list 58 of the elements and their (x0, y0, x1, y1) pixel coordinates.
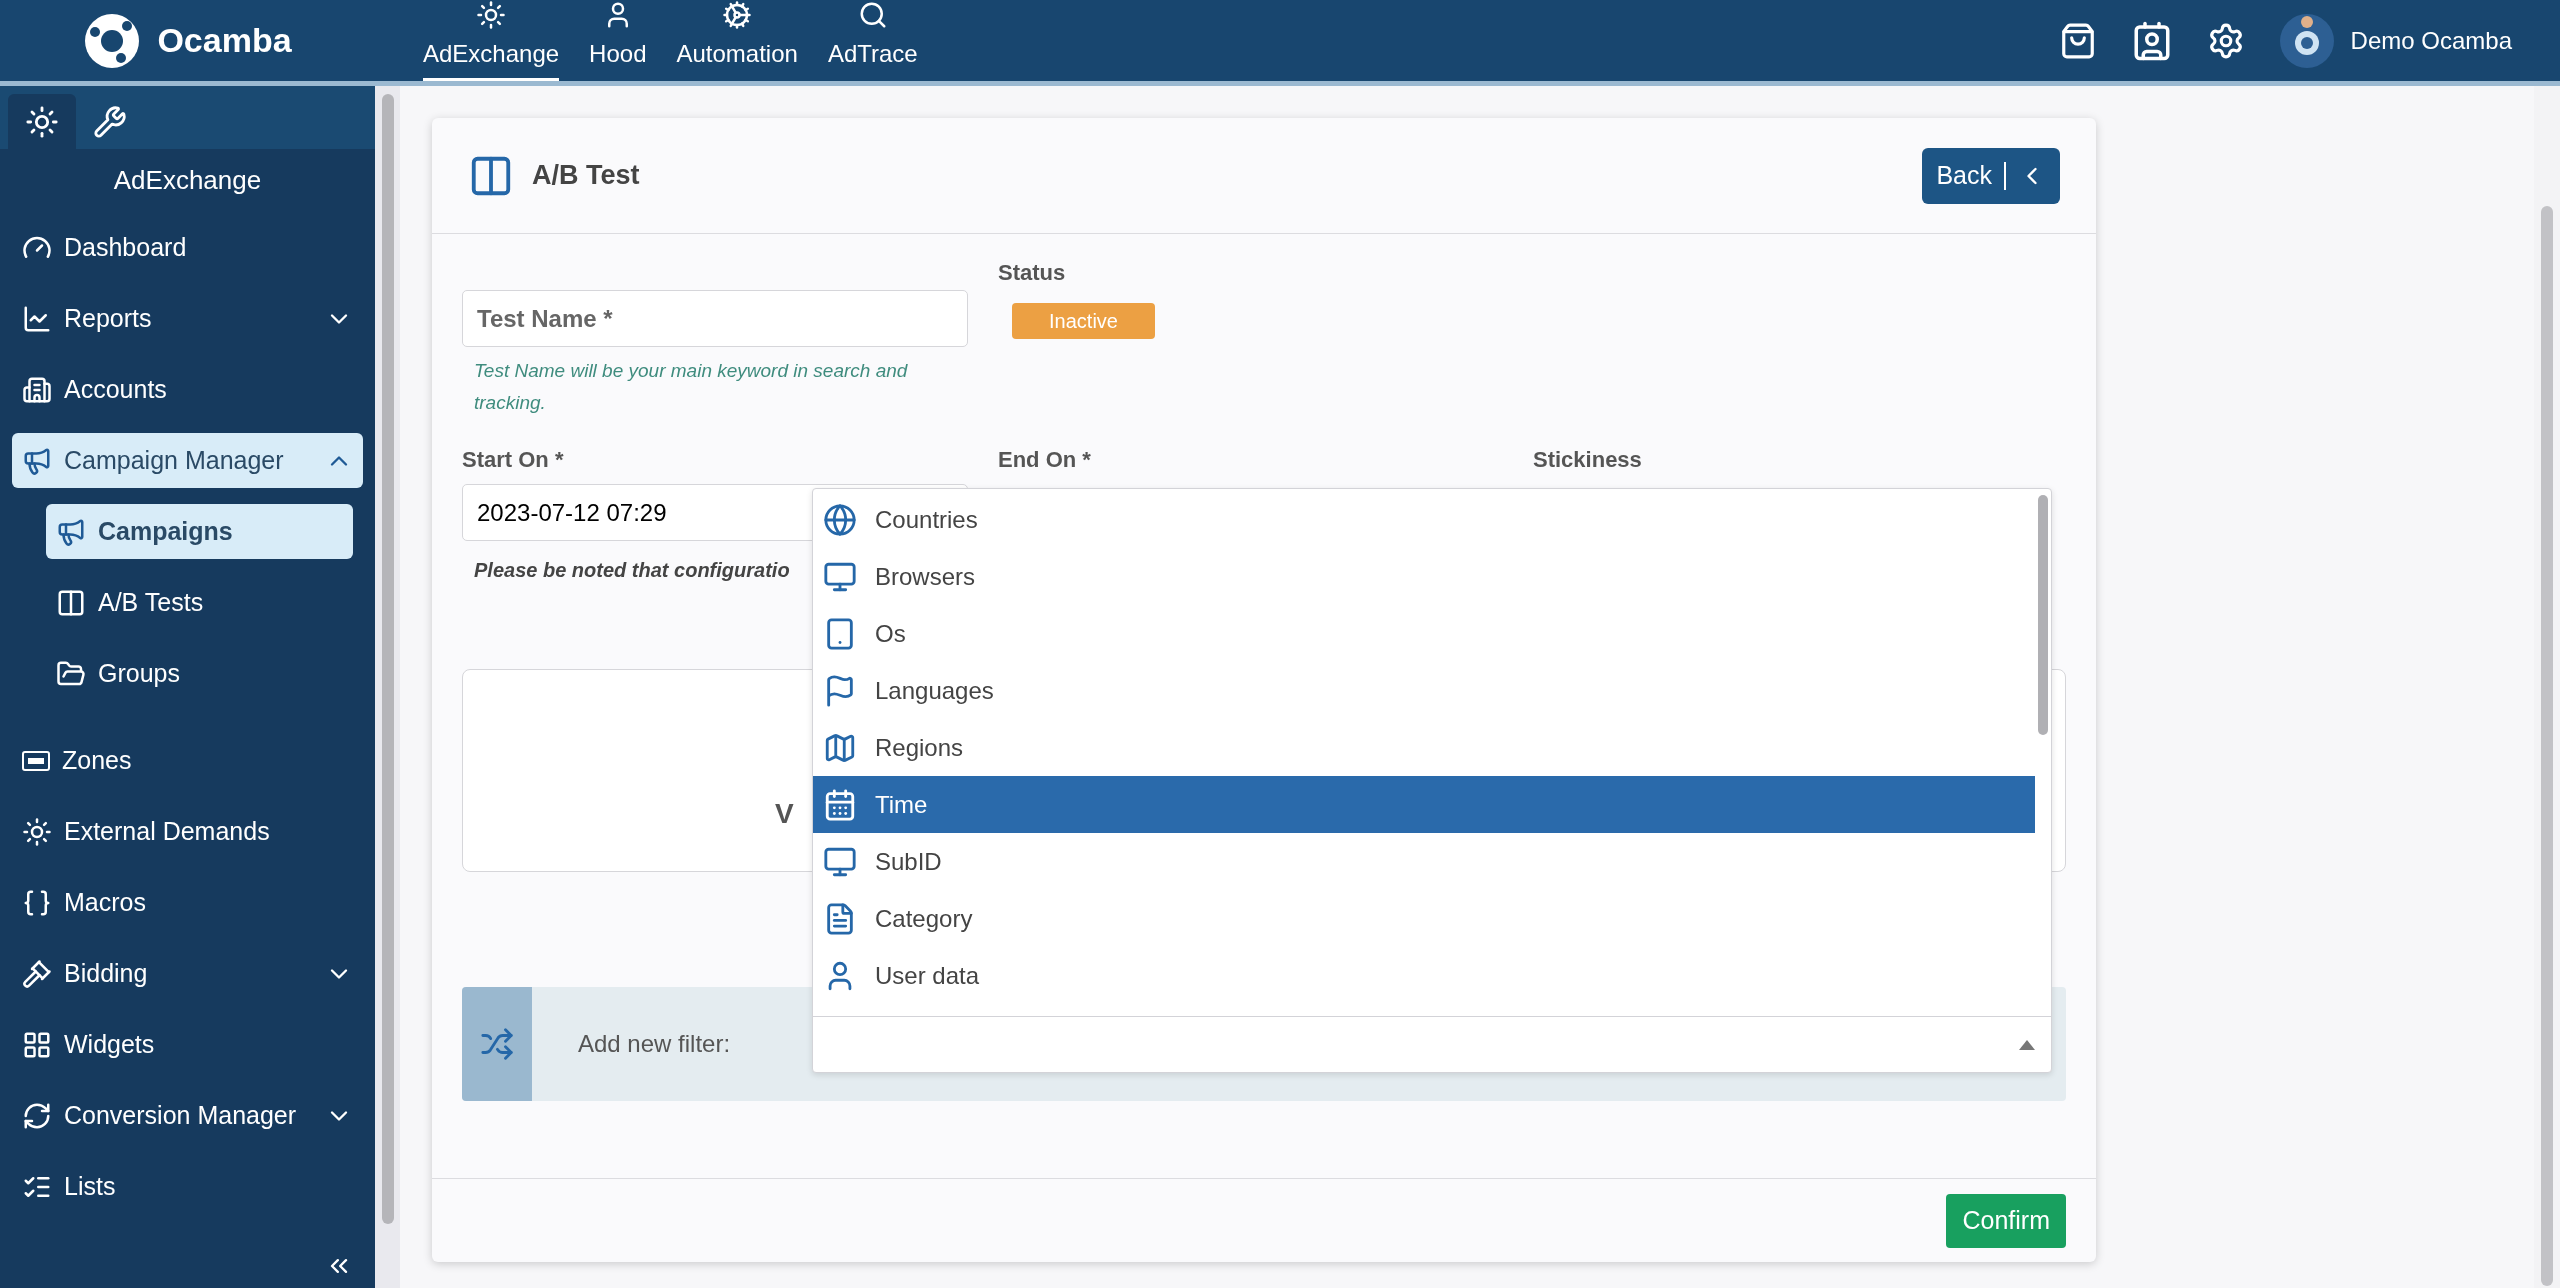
sidebar-item[interactable]: External Demands (12, 804, 363, 859)
dropdown-option[interactable]: Regions (813, 719, 2035, 776)
status-badge: Inactive (1012, 303, 1155, 339)
dropdown-option[interactable]: SubID (813, 833, 2035, 890)
wrench-icon (93, 104, 127, 139)
card-title: A/B Test (532, 159, 640, 193)
app-tab[interactable]: AdTrace (827, 0, 918, 81)
sidebar-item[interactable]: Reports (12, 291, 363, 346)
dropdown-option[interactable]: Os (813, 605, 2035, 662)
cog-icon (722, 0, 753, 30)
logo-text: Ocamba (157, 20, 292, 61)
page-scrollbar-thumb[interactable] (2541, 206, 2553, 1286)
sidebar-subitem[interactable]: Campaigns (46, 504, 353, 559)
sidebar-item[interactable]: Campaign Manager (12, 433, 363, 488)
shuffle-icon (480, 1027, 514, 1061)
app-tab[interactable]: Automation (676, 0, 798, 81)
sidebar-subitem[interactable]: Groups (46, 646, 353, 701)
box-text: V (775, 797, 794, 831)
gavel-icon (22, 958, 52, 989)
dropdown-option[interactable]: Time (813, 776, 2035, 833)
app-tab[interactable]: AdExchange (423, 0, 560, 81)
sidebar-item[interactable]: Macros (12, 875, 363, 930)
field-label: Start On * (462, 446, 565, 474)
field-hint: Test Name will be your main keyword in search and tracking. (473, 359, 909, 415)
sidebar-subitem[interactable]: A/B Tests (46, 575, 353, 630)
sidebar-item[interactable]: Conversion Manager (12, 1088, 363, 1143)
globe-icon (823, 502, 857, 537)
note-text: Please be noted that configuratio (474, 558, 790, 583)
section-title: AdExchange (112, 164, 263, 197)
sidebar-item[interactable]: Dashboard (12, 220, 363, 275)
sun-icon (25, 104, 59, 139)
avatar[interactable] (2278, 12, 2335, 69)
field-label: Status (998, 259, 1067, 287)
calendar-icon (823, 787, 857, 822)
sidebar-item[interactable]: Bidding (12, 946, 363, 1001)
back-button[interactable]: Back (1922, 147, 2060, 204)
sun-icon (476, 0, 507, 30)
filter-label: Add new filter: (578, 1029, 731, 1059)
field-label: End On * (998, 446, 1092, 474)
dropdown-option[interactable]: User data (813, 947, 2035, 1004)
sidebar-tab[interactable] (8, 94, 76, 149)
dropdown-option[interactable]: Category (813, 890, 2035, 947)
logo-icon (83, 11, 142, 70)
sidebar-item[interactable]: Accounts (12, 362, 363, 417)
field-label: Stickiness (1533, 446, 1642, 474)
caret-up-icon (2019, 1039, 2035, 1050)
sidebar-item[interactable]: Widgets (12, 1017, 363, 1072)
scrollbar-thumb[interactable] (381, 94, 394, 1224)
scrollbar-thumb[interactable] (2038, 495, 2048, 735)
dropdown-option[interactable]: Countries (813, 491, 2035, 548)
sidebar-item[interactable]: Lists (12, 1159, 363, 1214)
test-name-field[interactable]: Test Name * (462, 290, 968, 347)
app-tab[interactable]: Hood (589, 0, 647, 81)
dropdown-option[interactable]: Languages (813, 662, 2035, 719)
sun-icon (22, 816, 52, 847)
dropdown-option[interactable]: Browsers (813, 548, 2035, 605)
user-name[interactable]: Demo Ocamba (2350, 22, 2512, 59)
sidebar-item[interactable]: Zones (12, 733, 363, 788)
